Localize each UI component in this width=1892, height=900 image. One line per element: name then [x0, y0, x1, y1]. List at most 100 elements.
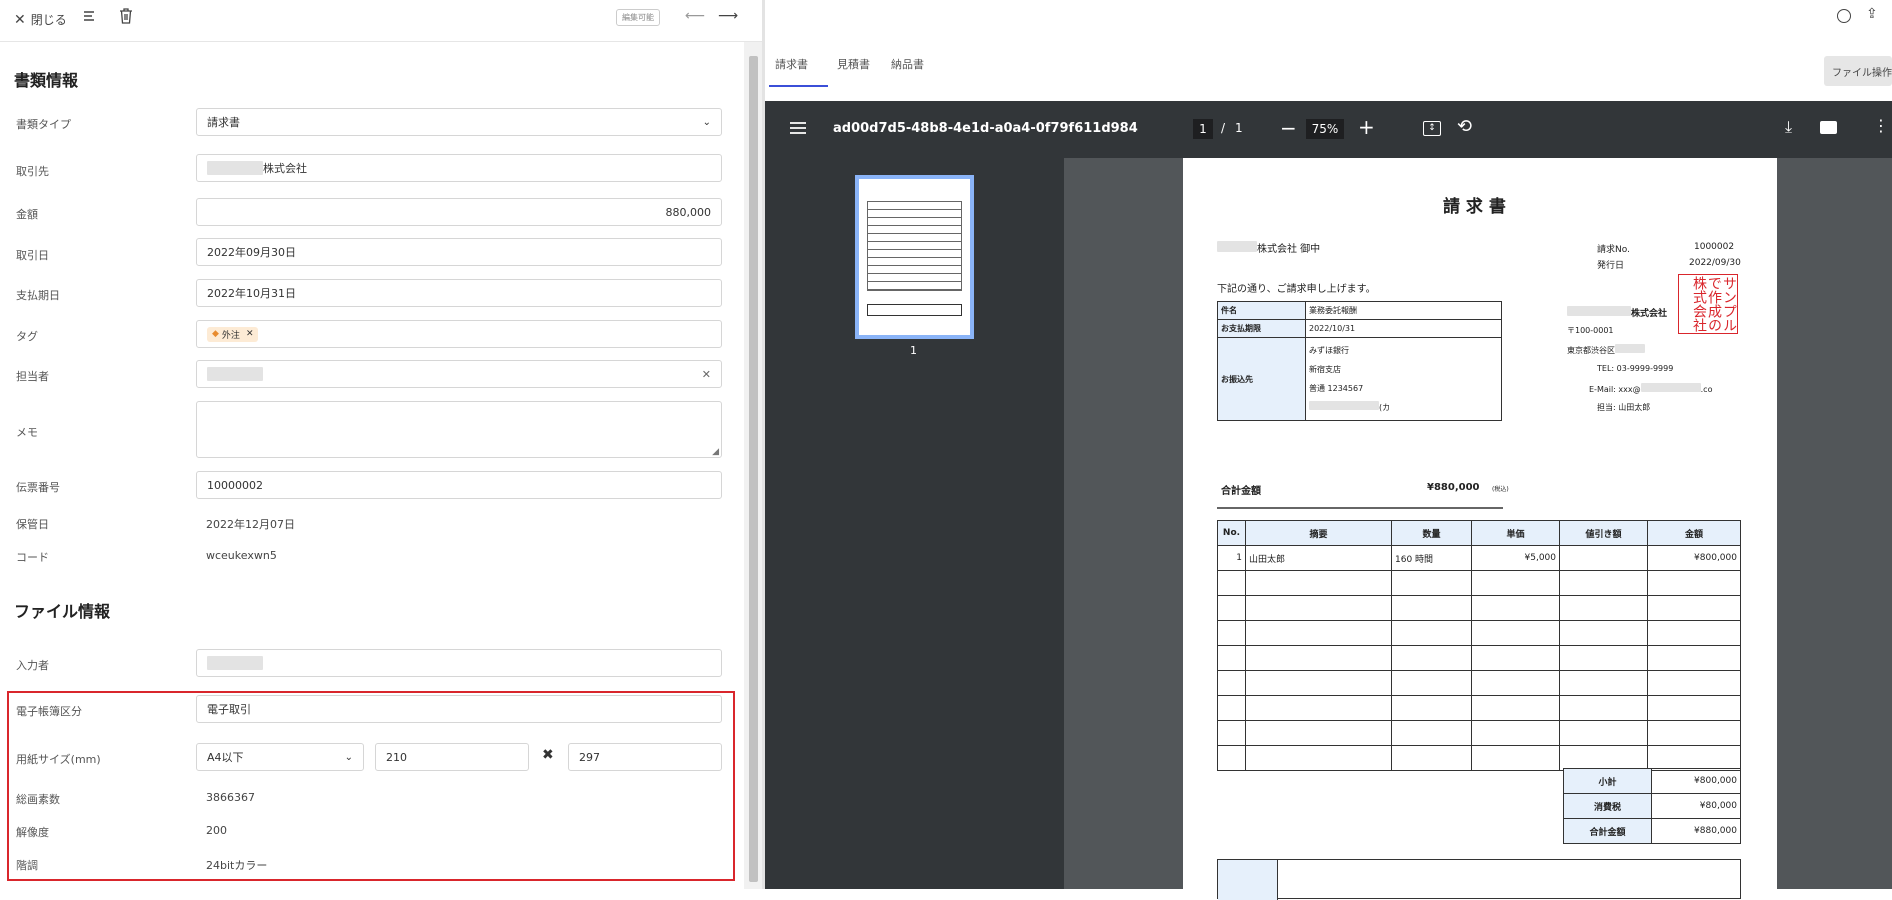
download-icon[interactable]: ⤓ [1785, 117, 1792, 137]
more-icon[interactable]: ⋮ [1873, 116, 1889, 135]
thumbnail-table [867, 201, 962, 291]
tax-note: (税込) [1492, 486, 1509, 493]
account-icon[interactable] [1837, 9, 1851, 23]
close-button[interactable]: ✕ 閉じる [14, 11, 67, 28]
thumbnail-box [867, 304, 962, 316]
zoom-out-icon[interactable]: − [1280, 116, 1297, 140]
resize-handle-icon[interactable]: ◢ [712, 447, 719, 457]
issue-date: 2022/09/30 [1689, 258, 1741, 268]
zoom-in-icon[interactable]: + [1358, 115, 1375, 139]
delete-button[interactable] [119, 8, 133, 27]
clear-icon[interactable]: ✕ [702, 368, 711, 381]
paper-height-input[interactable]: 297 [568, 743, 722, 771]
top-toolbar: ✕ 閉じる 編集可能 ⟵ ⟶ [0, 0, 762, 42]
menu-icon[interactable] [790, 120, 806, 139]
scrollbar-thumb[interactable] [749, 56, 758, 882]
invoice-no: 1000002 [1694, 242, 1735, 252]
invoice-recipient: 株式会社 御中 [1217, 240, 1320, 255]
issuer-name: 株式会社 [1567, 306, 1667, 319]
zoom-value[interactable]: 75% [1306, 119, 1344, 139]
ledger-label: 電子帳簿区分 [16, 705, 82, 718]
next-arrow-icon[interactable]: ⟶ [718, 8, 738, 24]
list-menu-button[interactable] [82, 9, 96, 26]
partner-label: 取引先 [16, 165, 49, 178]
page-total: 1 [1235, 121, 1243, 135]
memo-textarea[interactable]: ◢ [196, 401, 722, 458]
close-icon: ✕ [14, 11, 26, 28]
pixels-value: 3866367 [206, 791, 255, 804]
pdf-toolbar: ad00d7d5-48b8-4e1d-a0a4-0f79f611d984 1 /… [765, 101, 1892, 158]
trade-date-field[interactable]: 2022年09月30日 [196, 238, 722, 266]
active-tab-indicator [769, 85, 828, 87]
slip-field[interactable]: 10000002 [196, 471, 722, 499]
table-row: 1 山田太郎 160 時間 ¥5,000 ¥800,000 [1217, 545, 1741, 571]
line-items-table: No. 摘要 数量 単価 値引き額 金額 1 山田太郎 160 時間 ¥5,000 ¥800,00… [1217, 520, 1741, 771]
document-details-panel: ✕ 閉じる 編集可能 ⟵ ⟶ 書類情報 書類タイプ 請求書 ⌄ 取引先 株式会社… [0, 0, 762, 889]
thumbnail-page-number: 1 [910, 344, 917, 357]
amount-field[interactable]: 880,000 [196, 198, 722, 226]
invoice-info-table: 件名 業務委託報酬 お支払期限 2022/10/31 お振込先 みずほ銀行 新宿支店普… [1217, 301, 1502, 421]
tab-quote[interactable]: 見積書 [837, 56, 870, 72]
issuer-zip: 〒100-0001 [1567, 326, 1614, 335]
person-field[interactable]: ✕ [196, 360, 722, 388]
invoice-no-label: 請求No. [1597, 245, 1630, 255]
due-date-field[interactable]: 2022年10月31日 [196, 279, 722, 307]
list-icon [84, 11, 94, 21]
tag-label: タグ [16, 330, 38, 343]
print-icon[interactable] [1820, 121, 1837, 134]
preview-panel: ⇪ 請求書 見積書 納品書 ファイル操作 ad00d7d5-48b8-4e1d-… [765, 0, 1892, 900]
tag-icon: ◆ [212, 329, 219, 339]
page-input[interactable]: 1 [1193, 119, 1213, 139]
tag-chip[interactable]: ◆ 外注 ✕ [207, 326, 259, 342]
person-label: 担当者 [16, 370, 49, 383]
editable-badge: 編集可能 [616, 9, 660, 26]
scrollbar[interactable] [744, 42, 762, 889]
prev-arrow-icon[interactable]: ⟵ [685, 8, 705, 24]
redacted-text [207, 161, 263, 175]
trash-icon [120, 8, 132, 24]
pixels-label: 総画素数 [16, 793, 60, 806]
chevron-down-icon: ⌄ [702, 116, 711, 128]
file-op-button[interactable]: ファイル操作 [1824, 56, 1892, 86]
invoice-title: 請 求 書 [1443, 197, 1506, 217]
share-icon[interactable]: ⇪ [1866, 6, 1878, 22]
trade-date-label: 取引日 [16, 249, 49, 262]
multiply-icon: ✖ [542, 747, 554, 763]
total-underline [1217, 507, 1503, 509]
redacted-text [207, 367, 263, 381]
paper-width-input[interactable]: 210 [375, 743, 529, 771]
fit-page-icon[interactable]: ↕ [1423, 121, 1441, 136]
page-separator: / [1221, 121, 1226, 135]
tone-value: 24bitカラー [206, 859, 268, 872]
doc-type-select[interactable]: 請求書 ⌄ [196, 108, 722, 136]
doc-type-label: 書類タイプ [16, 118, 71, 131]
tone-label: 階調 [16, 859, 38, 872]
section-title-file: ファイル情報 [14, 602, 111, 621]
pdf-viewer[interactable]: 請 求 書 株式会社 御中 請求No. 1000002 発行日 2022/09/… [1064, 158, 1892, 900]
rotate-icon[interactable]: ⟲ [1457, 116, 1472, 137]
remove-tag-icon[interactable]: ✕ [246, 329, 254, 339]
tab-invoice[interactable]: 請求書 [775, 56, 808, 72]
paper-size-select[interactable]: A4以下 ⌄ [196, 743, 364, 771]
entered-by-field[interactable] [196, 649, 722, 677]
resolution-value: 200 [206, 824, 227, 837]
redacted-text [207, 656, 263, 670]
partner-field[interactable]: 株式会社 [196, 154, 722, 182]
invoice-lead: 下記の通り、ご請求申し上げます。 [1217, 284, 1376, 295]
paper-size-label: 用紙サイズ(mm) [16, 753, 101, 766]
kept-date-label: 保管日 [16, 518, 49, 531]
total-label: 合計金額 [1221, 486, 1261, 497]
memo-label: メモ [16, 426, 38, 439]
amount-label: 金額 [16, 208, 38, 221]
code-label: コード [16, 551, 49, 564]
ledger-field[interactable]: 電子取引 [196, 695, 722, 723]
invoice-page: 請 求 書 株式会社 御中 請求No. 1000002 発行日 2022/09/… [1183, 158, 1777, 900]
code-value: wceukexwn5 [206, 549, 277, 562]
doc-tabs: 請求書 見積書 納品書 [769, 56, 1892, 90]
page-thumbnail[interactable] [855, 175, 974, 339]
seal-stamp: サンプルで作成の株式会社 [1678, 274, 1738, 334]
issuer-address: 東京都渋谷区 [1567, 344, 1645, 356]
tag-field[interactable]: ◆ 外注 ✕ [196, 320, 722, 348]
tab-delivery[interactable]: 納品書 [891, 56, 924, 72]
total-amount: ¥880,000 [1427, 482, 1480, 493]
